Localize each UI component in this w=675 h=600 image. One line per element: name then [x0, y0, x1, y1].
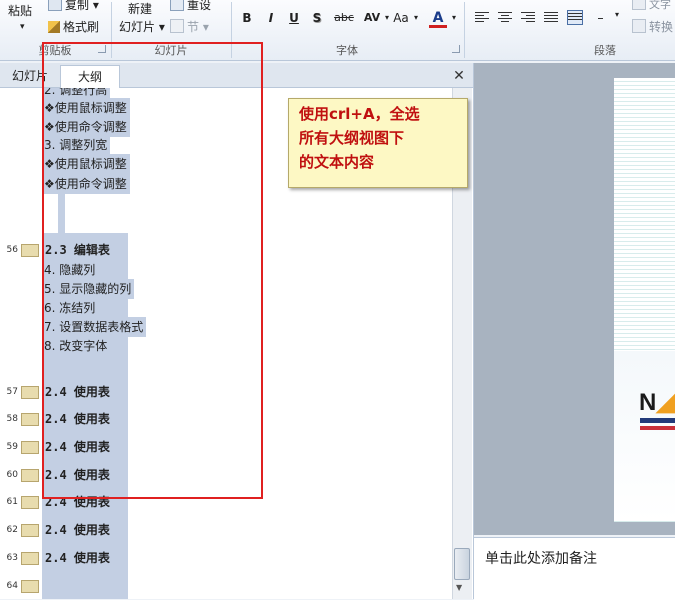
slide-icon: [21, 441, 39, 454]
brush-icon: [48, 21, 60, 33]
strikethrough-button[interactable]: abc: [331, 8, 357, 28]
slide-icon: [21, 496, 39, 509]
close-icon[interactable]: ✕: [450, 65, 468, 87]
notes-pane[interactable]: 单击此处添加备注: [474, 537, 675, 600]
align-center-icon[interactable]: [498, 10, 512, 23]
font-launcher-icon[interactable]: [452, 45, 460, 53]
distributed-icon[interactable]: [567, 10, 583, 25]
copy-button[interactable]: 复制 ▾: [48, 0, 99, 13]
notes-placeholder: 单击此处添加备注: [485, 551, 597, 567]
change-case-dropdown-icon[interactable]: ▾: [411, 8, 421, 28]
font-color-dropdown-icon[interactable]: ▾: [449, 8, 459, 28]
paste-button[interactable]: 粘贴: [8, 2, 32, 19]
font-color-button[interactable]: A: [429, 8, 447, 28]
shadow-button[interactable]: S: [308, 8, 326, 28]
slide-icon: [21, 244, 39, 257]
slide-icon: [21, 552, 39, 565]
slide-canvas[interactable]: N◢: [614, 78, 675, 522]
align-left-icon[interactable]: [475, 10, 489, 23]
reset-icon: [170, 0, 184, 11]
bold-button[interactable]: B: [238, 8, 256, 28]
slide-icon: [21, 524, 39, 537]
justify-icon[interactable]: [544, 10, 558, 23]
text-direction-button[interactable]: 文字: [632, 0, 671, 12]
highlight-frame: [42, 42, 263, 499]
slide-icon: [21, 580, 39, 593]
new-slide-button[interactable]: 幻灯片 ▾: [119, 18, 165, 35]
slide-icon: [21, 413, 39, 426]
annotation-callout: 使用crl+A，全选 所有大纲视图下 的文本内容: [288, 98, 468, 188]
section-button[interactable]: 节 ▾: [170, 18, 209, 35]
paste-dropdown-icon[interactable]: ▾: [20, 22, 25, 32]
slide-icon: [21, 386, 39, 399]
italic-button[interactable]: I: [262, 8, 280, 28]
text-direction-icon: [632, 0, 646, 10]
scrollbar-thumb[interactable]: [454, 548, 470, 580]
format-painter-button[interactable]: 格式刷: [48, 18, 99, 35]
smartart-icon: [632, 19, 646, 33]
section-icon: [170, 19, 184, 33]
convert-smartart-button[interactable]: 转换: [632, 18, 673, 35]
reset-button[interactable]: 重设: [170, 0, 211, 13]
slide-band: [614, 351, 675, 521]
char-spacing-button[interactable]: AV: [360, 8, 384, 28]
paragraph-group-label: 段落: [594, 44, 616, 57]
slide-logo-icon: N◢: [639, 389, 675, 416]
columns-icon[interactable]: [598, 10, 612, 23]
align-right-icon[interactable]: [521, 10, 535, 23]
underline-button[interactable]: U: [285, 8, 303, 28]
columns-dropdown-icon[interactable]: ▾: [615, 10, 619, 19]
copy-icon: [48, 0, 62, 11]
new-slide-label[interactable]: 新建: [128, 0, 152, 17]
change-case-button[interactable]: Aa: [390, 8, 412, 28]
slide-icon: [21, 469, 39, 482]
font-group-label: 字体: [336, 44, 358, 57]
slide-logo-bar: [640, 418, 675, 423]
slide-logo-stripe: [640, 426, 675, 430]
scroll-down-icon[interactable]: ▼: [456, 583, 462, 592]
